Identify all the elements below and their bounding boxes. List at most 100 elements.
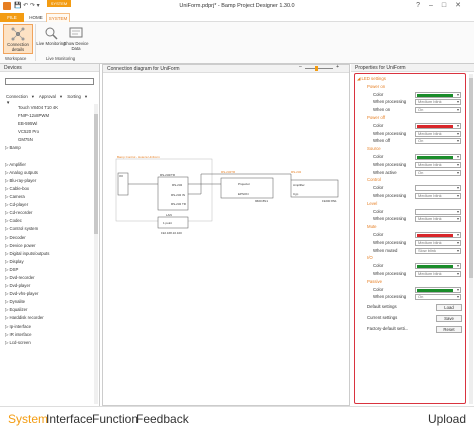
color-dropdown[interactable]: ▾	[415, 286, 461, 294]
zoom-out-icon[interactable]: –	[299, 64, 302, 70]
filter-connection[interactable]: Connection	[6, 94, 28, 99]
reset-button[interactable]: Reset	[436, 325, 462, 333]
chevron-down-icon[interactable]: ▾	[457, 130, 459, 138]
load-button[interactable]: Load	[436, 304, 462, 312]
color-dropdown[interactable]: ▾	[415, 154, 461, 160]
devices-scrollbar-thumb[interactable]	[94, 114, 98, 234]
chevron-down-icon[interactable]: ▾	[457, 208, 459, 216]
processing-dropdown[interactable]: Medium blink ▾	[415, 215, 461, 223]
device-category[interactable]: ▷ Dvd-vhs-player	[0, 290, 92, 298]
chevron-down-icon[interactable]: ▾	[457, 247, 459, 255]
device-category[interactable]: ▷ Bamp	[0, 144, 92, 152]
chevron-down-icon[interactable]: ▾	[457, 231, 459, 239]
nav-function[interactable]: Function	[92, 412, 138, 426]
upload-button[interactable]: Upload	[428, 412, 466, 426]
device-category[interactable]: ▷ Blu-ray-player	[0, 177, 92, 185]
color-dropdown[interactable]: ▾	[415, 122, 461, 130]
processing-dropdown[interactable]: Medium blink ▾	[415, 193, 461, 199]
color-dropdown[interactable]: ▾	[415, 232, 461, 238]
chevron-down-icon[interactable]: ▾	[457, 270, 459, 278]
state-dropdown[interactable]: On ▾	[415, 137, 461, 145]
device-category[interactable]: ▷ Dvd-recorder	[0, 274, 92, 282]
chevron-down-icon[interactable]: ▾	[457, 106, 459, 114]
device-category[interactable]: ▷ Analog outputs	[0, 169, 92, 177]
chevron-down-icon[interactable]: ▾	[457, 122, 459, 130]
processing-dropdown[interactable]: Medium blink ▾	[415, 239, 461, 247]
device-category[interactable]: ▷ Harddisk recorder	[0, 314, 92, 322]
device-category[interactable]: ▷ Dvd-player	[0, 282, 92, 290]
device-item[interactable]: VC520 Pro	[0, 128, 92, 136]
device-category[interactable]: ▷ Control system	[0, 225, 92, 233]
chevron-down-icon[interactable]: ▾	[60, 94, 62, 99]
device-category[interactable]: ▷ IR interface	[0, 331, 92, 339]
device-category[interactable]: ▷ Equalizer	[0, 306, 92, 314]
device-category[interactable]: ▷ Ip-interface	[0, 323, 92, 331]
chevron-down-icon[interactable]: ▾	[85, 94, 87, 99]
show-device-data-button[interactable]: Show Device Data	[61, 24, 91, 54]
maximize-icon[interactable]: □	[442, 2, 455, 9]
color-dropdown[interactable]: ▾	[415, 208, 461, 216]
chevron-down-icon[interactable]: ▾	[457, 98, 459, 106]
processing-dropdown[interactable]: On ▾	[415, 293, 461, 301]
state-dropdown[interactable]: On ▾	[415, 106, 461, 114]
chevron-down-icon[interactable]: ▾	[457, 137, 459, 145]
tab-system[interactable]: SYSTEM	[46, 13, 70, 22]
tab-home[interactable]: HOME	[27, 13, 45, 22]
device-category[interactable]: ▷ Cd-recorder	[0, 209, 92, 217]
device-category[interactable]: ▷ Lcd-screen	[0, 339, 92, 347]
device-category[interactable]: ▷ Amplifier	[0, 161, 92, 169]
nav-feedback[interactable]: Feedback	[136, 412, 189, 426]
diagram-canvas[interactable]: Bamp Control - Hoteza UniForm I/O RS-232…	[103, 74, 349, 405]
chevron-down-icon[interactable]: ▾	[457, 192, 459, 200]
device-category[interactable]: ▷ Codec	[0, 217, 92, 225]
device-category[interactable]: ▷ Dynalite	[0, 298, 92, 306]
help-icon[interactable]: ?	[416, 2, 429, 9]
color-dropdown[interactable]: ▾	[415, 262, 461, 270]
nav-interface[interactable]: Interface	[46, 412, 93, 426]
device-category[interactable]: ▷ Decoder	[0, 234, 92, 242]
chevron-down-icon[interactable]: ▾	[457, 161, 459, 169]
filter-approval[interactable]: Approval	[39, 94, 56, 99]
device-category[interactable]: ▷ Cable-box	[0, 185, 92, 193]
device-item[interactable]: GM75N	[0, 136, 92, 144]
properties-scrollbar[interactable]	[469, 74, 473, 404]
zoom-slider[interactable]: – +	[299, 64, 339, 71]
zoom-in-icon[interactable]: +	[336, 64, 339, 70]
chevron-down-icon[interactable]: ▾	[457, 91, 459, 99]
processing-dropdown[interactable]: Medium blink ▾	[415, 98, 461, 106]
chevron-down-icon[interactable]: ▾	[457, 286, 459, 294]
chevron-down-icon[interactable]: ▾	[457, 239, 459, 247]
filter-sorting[interactable]: Sorting	[67, 94, 81, 99]
processing-dropdown[interactable]: Medium blink ▾	[415, 130, 461, 138]
state-dropdown[interactable]: Slow blink ▾	[415, 247, 461, 255]
device-item[interactable]: EB-595Wi	[0, 120, 92, 128]
device-category[interactable]: ▷ Cd-player	[0, 201, 92, 209]
device-category[interactable]: ▷ DSP	[0, 266, 92, 274]
device-item[interactable]: Touch V8404 T10 4K	[0, 104, 92, 112]
chevron-down-icon[interactable]: ▾	[32, 94, 34, 99]
close-icon[interactable]: ✕	[455, 2, 470, 9]
processing-dropdown[interactable]: Medium blink ▾	[415, 271, 461, 277]
device-category[interactable]: ▷ Digital inputs/outputs	[0, 250, 92, 258]
chevron-down-icon[interactable]: ▾	[457, 262, 459, 270]
device-search-input[interactable]	[5, 78, 94, 85]
minimize-icon[interactable]: –	[429, 2, 442, 9]
zoom-knob[interactable]	[315, 66, 318, 71]
device-category[interactable]: ▷ Display	[0, 258, 92, 266]
nav-system[interactable]: System	[8, 412, 48, 426]
state-dropdown[interactable]: On ▾	[415, 169, 461, 177]
chevron-down-icon[interactable]: ▾	[457, 215, 459, 223]
device-item[interactable]	[0, 153, 92, 161]
chevron-down-icon[interactable]: ▾	[457, 293, 459, 301]
device-item[interactable]: FNIP-12x8PWM	[0, 112, 92, 120]
chevron-down-icon[interactable]: ▾	[457, 184, 459, 192]
processing-dropdown[interactable]: Medium blink ▾	[415, 161, 461, 169]
tab-file[interactable]: FILE	[0, 13, 24, 22]
save-button[interactable]: Save	[436, 315, 462, 322]
devices-scrollbar[interactable]	[94, 104, 98, 404]
properties-scrollbar-thumb[interactable]	[469, 78, 473, 278]
chevron-down-icon[interactable]: ▾	[457, 169, 459, 177]
color-dropdown[interactable]: ▾	[415, 91, 461, 99]
device-category[interactable]: ▷ Device power	[0, 242, 92, 250]
color-dropdown[interactable]: ▾	[415, 184, 461, 192]
